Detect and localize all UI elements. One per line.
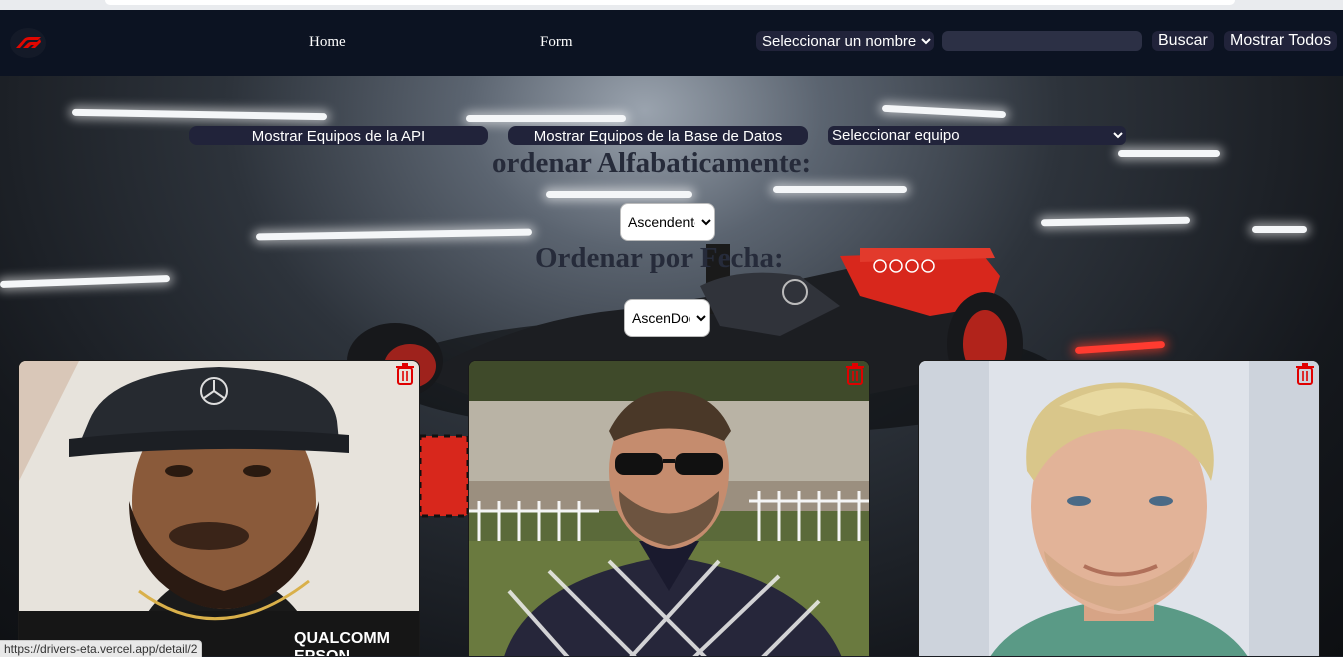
trash-icon[interactable] [1295,363,1315,385]
driver-photo-1: QUALCOMM EPSON [19,361,419,656]
alpha-sort-heading: ordenar Alfabaticamente: [492,147,812,179]
svg-text:QUALCOMM: QUALCOMM [294,630,390,647]
navbar: Home Form Seleccionar un nombre Buscar M… [0,10,1343,76]
trash-icon[interactable] [395,363,415,385]
driver-photo-3 [919,361,1319,656]
date-sort-heading: Ordenar por Fecha: [535,242,784,274]
status-bar-url: https://drivers-eta.vercel.app/detail/2 [0,640,203,657]
f1-logo-icon[interactable] [10,28,46,58]
name-select[interactable]: Seleccionar un nombre [756,31,934,51]
db-teams-button[interactable]: Mostrar Equipos de la Base de Datos [508,126,808,145]
team-select[interactable]: Seleccionar equipo [828,126,1126,145]
date-sort-select[interactable]: AscenDod [624,299,710,337]
driver-card[interactable] [468,360,870,656]
driver-card[interactable]: QUALCOMM EPSON [18,360,420,656]
search-input[interactable] [942,31,1142,51]
show-all-button[interactable]: Mostrar Todos [1224,31,1338,51]
driver-card[interactable] [918,360,1320,656]
nav-form-link[interactable]: Form [540,34,573,51]
driver-photo-2 [469,361,869,656]
api-teams-button[interactable]: Mostrar Equipos de la API [189,126,488,145]
svg-text:EPSON: EPSON [294,648,350,656]
search-button[interactable]: Buscar [1152,31,1214,51]
alpha-sort-select[interactable]: Ascendente [620,203,715,241]
nav-home-link[interactable]: Home [309,34,346,51]
browser-top-strip [0,0,1343,10]
browser-tab-edge [105,0,1235,5]
trash-icon[interactable] [845,363,865,385]
hero-background: Mostrar Equipos de la API Mostrar Equipo… [0,76,1343,656]
